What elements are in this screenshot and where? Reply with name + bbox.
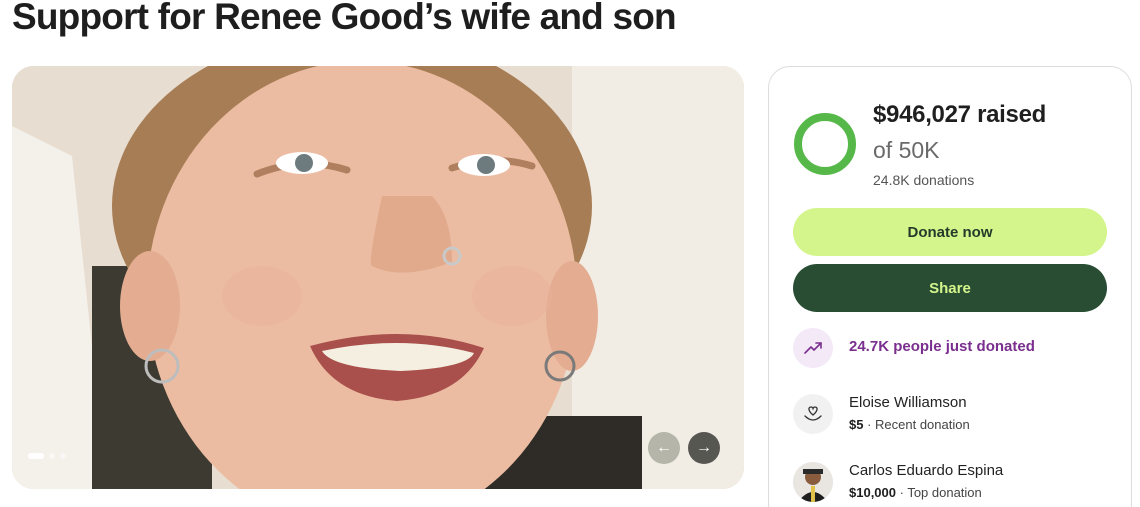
page-title: Support for Renee Good’s wife and son xyxy=(12,0,677,37)
donor-type: · Recent donation xyxy=(863,417,970,432)
donate-now-button[interactable]: Donate now xyxy=(793,208,1107,256)
donor-name: Eloise Williamson xyxy=(849,394,967,411)
carousel-dot-active[interactable] xyxy=(28,453,44,459)
carousel-dot[interactable] xyxy=(60,453,66,459)
arrow-left-icon: ← xyxy=(656,439,672,456)
smiling-person-photo xyxy=(12,66,744,489)
donor-name: Carlos Eduardo Espina xyxy=(849,462,1004,479)
amount-raised: $946,027 raised xyxy=(873,101,1046,128)
carousel-dot[interactable] xyxy=(49,453,55,459)
arrow-right-icon: → xyxy=(696,439,712,456)
avatar xyxy=(793,462,833,502)
trending-up-icon xyxy=(793,328,833,368)
photo-carousel[interactable] xyxy=(12,66,744,489)
goal-amount: of 50K xyxy=(873,137,940,163)
heart-hand-icon xyxy=(793,394,833,434)
donor-amount-line: $10,000 · Top donation xyxy=(849,485,982,500)
next-photo-button[interactable]: → xyxy=(688,432,720,464)
donor-amount: $5 xyxy=(849,417,864,432)
share-button[interactable]: Share xyxy=(793,264,1107,312)
donation-card: $946,027 raised of 50K 24.8K donations D… xyxy=(768,66,1132,507)
donor-amount-line: $5 · Recent donation xyxy=(849,417,970,432)
carousel-indicator[interactable] xyxy=(28,453,66,459)
previous-photo-button[interactable]: ← xyxy=(648,432,680,464)
donor-type: · Top donation xyxy=(896,485,982,500)
fundraiser-page: Support for Renee Good’s wife and son ← … xyxy=(0,0,1140,507)
progress-ring xyxy=(794,113,856,175)
donor-amount: $10,000 xyxy=(849,485,896,500)
donation-count: 24.8K donations xyxy=(873,172,975,188)
recent-donors-count[interactable]: 24.7K people just donated xyxy=(849,338,1035,355)
